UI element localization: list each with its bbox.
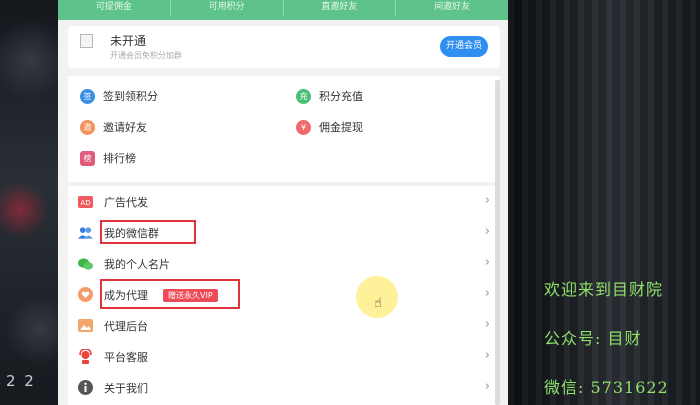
service-icon <box>78 349 93 364</box>
chevron-right-icon: › <box>484 224 490 239</box>
stats-row: 可提佣金 可用积分 直邀好友 间邀好友 <box>58 0 508 16</box>
svg-text:AD: AD <box>80 199 90 207</box>
recharge-icon: 充 <box>296 88 311 104</box>
invite-icon: 邀 <box>80 119 95 135</box>
quick-item-recharge[interactable]: 充 积分充值 <box>296 88 363 104</box>
member-subtitle: 开通会员免积分加群 <box>110 51 182 60</box>
menu-item-agent-backend[interactable]: 代理后台 › <box>68 310 500 341</box>
hand-cursor-icon: ☝ <box>374 296 382 311</box>
highlight-box-agent <box>100 279 240 309</box>
open-membership-button[interactable]: 开通会员 <box>440 36 488 57</box>
menu-item-customer-service[interactable]: 平台客服 › <box>68 341 500 372</box>
menu-list: AD 广告代发 › 我的微信群 › 我的个人名片 › 成为代理 赠送永久VIP <box>68 186 500 405</box>
quick-item-invite[interactable]: 邀 邀请好友 <box>80 119 147 135</box>
promo-welcome: 欢迎来到目财院 <box>544 280 664 299</box>
stat-direct-friends[interactable]: 直邀好友 <box>284 0 397 16</box>
quick-actions: 签 签到领积分 充 积分充值 邀 邀请好友 ¥ 佣金提现 榜 排行榜 <box>68 76 500 182</box>
info-icon <box>78 380 93 395</box>
wechat-icon <box>78 256 93 271</box>
quick-label-withdraw: 佣金提现 <box>319 121 363 134</box>
quick-item-checkin[interactable]: 签 签到领积分 <box>80 88 158 104</box>
quick-label-invite: 邀请好友 <box>103 121 147 134</box>
quick-label-recharge: 积分充值 <box>319 90 363 103</box>
ranking-icon: 榜 <box>80 150 95 166</box>
member-card: 未开通 开通会员免积分加群 开通会员 <box>68 26 500 68</box>
left-background: 2 2 <box>0 0 58 405</box>
stat-points[interactable]: 可用积分 <box>171 0 284 16</box>
quick-label-ranking: 排行榜 <box>103 152 136 165</box>
menu-label-customer-service: 平台客服 <box>104 351 148 364</box>
phone-panel: 可提佣金 可用积分 直邀好友 间邀好友 未开通 开通会员免积分加群 开通会员 签… <box>58 0 508 405</box>
image-icon <box>78 318 93 333</box>
stat-commission[interactable]: 可提佣金 <box>58 0 171 16</box>
chevron-right-icon: › <box>484 379 490 394</box>
menu-label-agent-backend: 代理后台 <box>104 320 148 333</box>
broken-image-icon <box>80 34 93 48</box>
menu-item-business-card[interactable]: 我的个人名片 › <box>68 248 500 279</box>
left-decoration-text: 2 2 <box>6 372 36 390</box>
menu-label-ad: 广告代发 <box>104 196 148 209</box>
menu-label-business-card: 我的个人名片 <box>104 258 170 271</box>
chevron-right-icon: › <box>484 286 490 301</box>
highlight-box-wechat-group <box>100 220 196 244</box>
chevron-right-icon: › <box>484 193 490 208</box>
calendar-icon: 签 <box>80 88 95 104</box>
chevron-right-icon: › <box>484 255 490 270</box>
menu-label-about: 关于我们 <box>104 382 148 395</box>
menu-item-about[interactable]: 关于我们 › <box>68 372 500 403</box>
heart-icon <box>78 287 93 302</box>
stat-indirect-friends[interactable]: 间邀好友 <box>396 0 508 16</box>
promo-wechat: 微信: 5731622 <box>544 378 669 397</box>
ad-icon: AD <box>78 194 93 209</box>
promo-account: 公众号: 目财 <box>544 329 642 348</box>
chevron-right-icon: › <box>484 348 490 363</box>
menu-item-ad[interactable]: AD 广告代发 › <box>68 186 500 217</box>
member-status: 未开通 <box>110 34 147 48</box>
chevron-right-icon: › <box>484 317 490 332</box>
quick-item-withdraw[interactable]: ¥ 佣金提现 <box>296 119 363 135</box>
quick-label-checkin: 签到领积分 <box>103 90 158 103</box>
scrollbar[interactable] <box>495 80 500 405</box>
group-icon <box>78 225 93 240</box>
withdraw-icon: ¥ <box>296 119 311 135</box>
quick-item-ranking[interactable]: 榜 排行榜 <box>80 150 136 166</box>
